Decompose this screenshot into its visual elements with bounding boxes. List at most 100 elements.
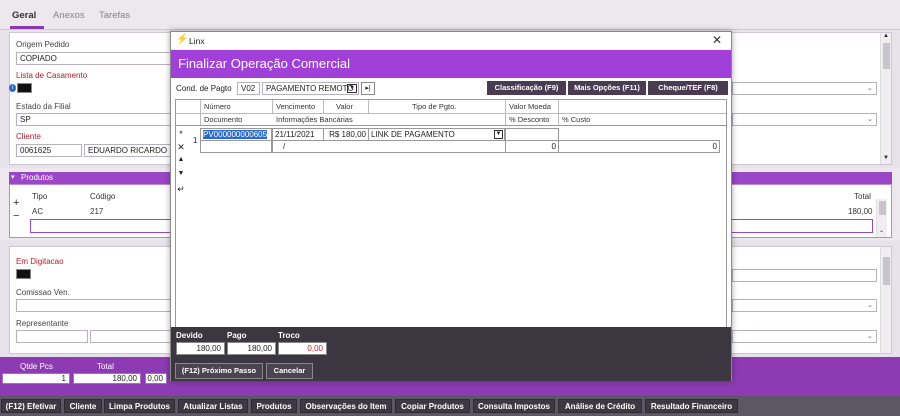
- consulta-impostos-button[interactable]: Consulta Impostos: [473, 399, 555, 413]
- enter-icon[interactable]: ↵: [176, 184, 186, 195]
- col-total: Total: [854, 192, 871, 201]
- scroll-down-icon[interactable]: ⌄: [879, 227, 884, 234]
- row-number: 1: [193, 136, 198, 145]
- remove-icon[interactable]: −: [13, 210, 19, 222]
- scroll-up-icon[interactable]: ▲: [883, 33, 889, 39]
- analise-credito-button[interactable]: Análise de Crédito: [558, 399, 642, 413]
- header-valor-moeda: Valor Moeda: [509, 102, 551, 111]
- cancelar-button[interactable]: Cancelar: [266, 363, 313, 379]
- comissao-field[interactable]: [16, 299, 171, 312]
- custo-cell[interactable]: 0: [558, 140, 720, 153]
- right-select-4[interactable]: [732, 299, 877, 312]
- skip-forward-icon[interactable]: ▸|: [361, 82, 375, 95]
- row-tipo: AC: [32, 207, 44, 216]
- move-down-icon[interactable]: ▼: [176, 170, 186, 177]
- origem-label: Origem Pedido: [16, 40, 70, 49]
- geral-scrollbar[interactable]: ▲ ▼: [880, 33, 891, 164]
- total-label: Total: [97, 362, 114, 371]
- observacoes-item-button[interactable]: Observações do Item: [300, 399, 392, 413]
- right-select-1[interactable]: [732, 82, 877, 95]
- pago-label: Pago: [227, 331, 247, 340]
- tab-anexos[interactable]: Anexos: [53, 10, 85, 21]
- em-digitacao-toggle[interactable]: [16, 269, 31, 279]
- delete-row-icon[interactable]: ✕: [176, 142, 186, 153]
- produtos-title: Produtos: [21, 173, 54, 182]
- produtos-button[interactable]: Produtos: [251, 399, 297, 413]
- header-info-bancarias: Informações Bancárias: [276, 115, 353, 124]
- cond-pagto-select[interactable]: PAGAMENTO REMOTO ▼: [262, 82, 359, 95]
- cond-pagto-label: Cond. de Pagto: [176, 84, 232, 93]
- chevron-down-icon[interactable]: ▼: [494, 130, 503, 139]
- header-tipo-pgto: Tipo de Pgto.: [412, 102, 457, 111]
- origem-field[interactable]: COPIADO: [16, 52, 171, 65]
- scroll-thumb[interactable]: [879, 201, 886, 215]
- lista-casamento-toggle[interactable]: [17, 83, 32, 93]
- dialog-window-title: Linx: [189, 36, 205, 46]
- proximo-passo-button[interactable]: (F12) Próximo Passo: [175, 363, 263, 379]
- scroll-thumb[interactable]: [883, 43, 890, 69]
- status-scrollbar[interactable]: [880, 247, 891, 353]
- estado-field[interactable]: SP: [16, 113, 171, 126]
- qtde-label: Qtde Pcs: [20, 362, 53, 371]
- extra-value: 0,00: [145, 373, 167, 384]
- chevron-down-icon[interactable]: ⌄: [867, 84, 873, 92]
- header-valor: Valor: [336, 102, 353, 111]
- cheque-tef-button[interactable]: Cheque/TEF (F8): [648, 81, 728, 95]
- cliente-code-field[interactable]: 0061625: [16, 144, 82, 157]
- scroll-down-icon[interactable]: ▼: [883, 155, 889, 161]
- documento-cell[interactable]: [200, 140, 272, 153]
- classificacao-button[interactable]: Classificação (F9): [487, 81, 566, 95]
- cond-pagto-code[interactable]: V02: [237, 82, 260, 95]
- chevron-down-icon[interactable]: ⌄: [867, 115, 873, 123]
- desconto-cell[interactable]: 0: [505, 140, 559, 153]
- chevron-down-icon[interactable]: ⌄: [867, 332, 873, 340]
- chevron-down-icon[interactable]: ⌄: [867, 301, 873, 309]
- right-select-5[interactable]: [732, 330, 877, 343]
- tab-tarefas[interactable]: Tarefas: [99, 10, 130, 21]
- linx-logo-icon: ⚡: [176, 34, 189, 45]
- representante-code-field[interactable]: [16, 330, 88, 343]
- row-codigo: 217: [90, 207, 104, 216]
- move-up-icon[interactable]: ▲: [176, 156, 186, 163]
- right-field-3[interactable]: [732, 269, 877, 282]
- total-value: 180,00: [73, 373, 141, 384]
- bottom-toolbar: (F12) Efetivar Cliente Limpa Produtos At…: [0, 396, 900, 416]
- active-tab-indicator: [10, 26, 44, 29]
- representante-name-field[interactable]: [90, 330, 172, 343]
- tab-geral[interactable]: Geral: [12, 10, 36, 21]
- pagamentos-grid: Número Vencimento Valor Tipo de Pgto. Va…: [175, 99, 727, 357]
- resultado-financeiro-button[interactable]: Resultado Financeiro: [645, 399, 738, 413]
- header-custo: % Custo: [562, 115, 591, 124]
- finalizar-dialog: ⚡ Linx ✕ Finalizar Operação Comercial Co…: [170, 31, 732, 381]
- col-tipo: Tipo: [32, 192, 48, 201]
- scroll-thumb[interactable]: [883, 257, 890, 285]
- limpa-produtos-button[interactable]: Limpa Produtos: [104, 399, 175, 413]
- efetivar-button[interactable]: (F12) Efetivar: [1, 399, 61, 413]
- representante-label: Representante: [16, 319, 69, 328]
- numero-value: PV000000000605: [203, 130, 268, 139]
- estado-label: Estado da Filial: [16, 102, 71, 111]
- mais-opcoes-button[interactable]: Mais Opções (F11): [568, 81, 646, 95]
- close-icon[interactable]: ✕: [712, 33, 722, 47]
- copiar-produtos-button[interactable]: Copiar Produtos: [395, 399, 470, 413]
- info-icon: i: [9, 84, 16, 92]
- pago-value[interactable]: 180,00: [227, 342, 276, 355]
- atualizar-listas-button[interactable]: Atualizar Listas: [178, 399, 248, 413]
- header-documento: Documento: [204, 115, 243, 124]
- asterisk-icon[interactable]: *: [176, 129, 186, 139]
- devido-label: Devido: [176, 331, 203, 340]
- col-codigo: Código: [90, 192, 116, 201]
- produtos-scrollbar[interactable]: ⌄: [876, 199, 887, 237]
- cliente-button[interactable]: Cliente: [64, 399, 102, 413]
- cliente-name-field[interactable]: EDUARDO RICARDO: [84, 144, 174, 157]
- add-icon[interactable]: +: [13, 197, 19, 209]
- info-bancarias-cell[interactable]: /: [272, 140, 506, 153]
- chevron-down-icon[interactable]: ▼: [347, 84, 357, 93]
- troco-value: 0,00: [278, 342, 327, 355]
- tipo-pgto-value: LINK DE PAGAMENTO: [371, 130, 455, 139]
- em-digitacao-label: Em Digitacao: [16, 257, 64, 266]
- right-select-2[interactable]: [732, 113, 877, 126]
- collapse-icon[interactable]: ▾: [11, 172, 15, 184]
- header-vencimento: Vencimento: [276, 102, 316, 111]
- lista-casamento-label: Lista de Casamento: [16, 71, 88, 80]
